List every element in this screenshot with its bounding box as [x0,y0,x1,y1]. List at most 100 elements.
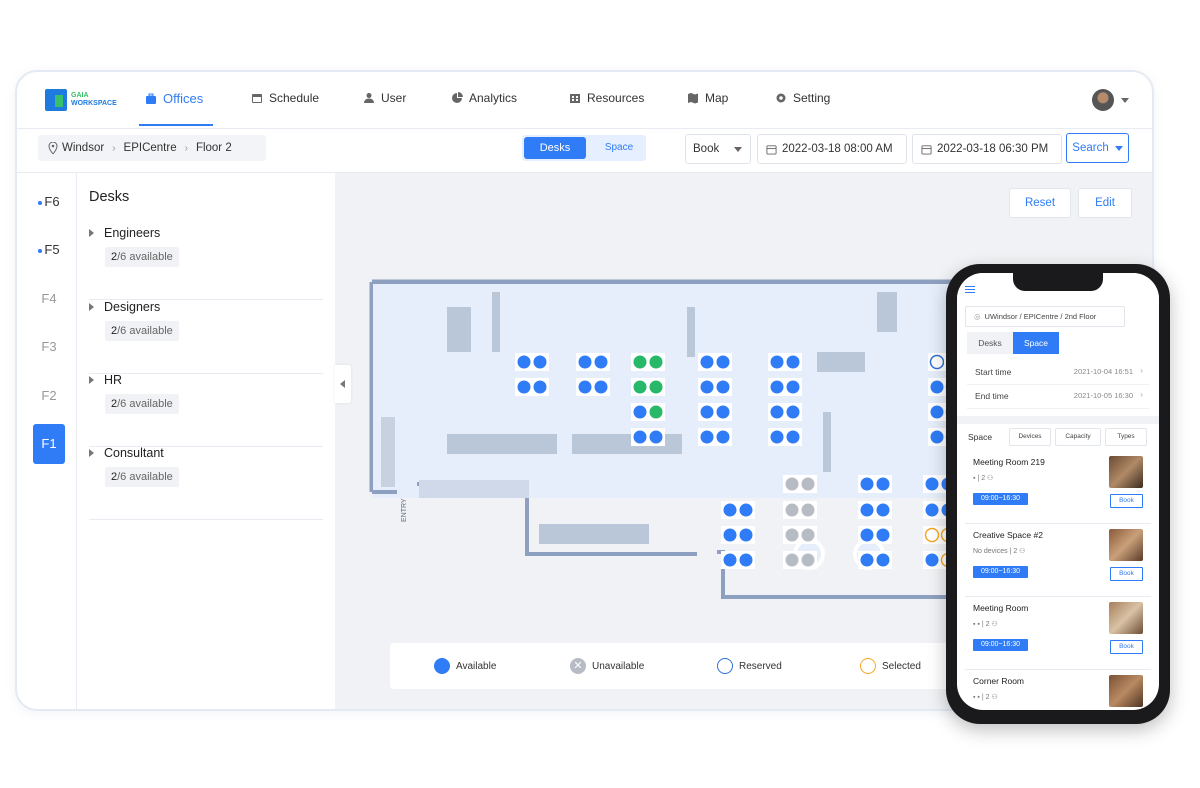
room-card[interactable]: Meeting Room 219 ▪ | 2 ⚇ 09:00~16:30 Boo… [965,451,1151,524]
filter-types[interactable]: Types [1105,428,1147,446]
filter-capacity[interactable]: Capacity [1055,428,1101,446]
group-designers[interactable]: Designers 2/6 available [89,300,323,374]
group-hr[interactable]: HR 2/6 available [89,373,323,447]
available-desk[interactable] [515,378,533,396]
user-avatar[interactable] [1092,89,1114,111]
caret-right-icon[interactable] [89,376,94,384]
available-desk[interactable] [768,378,786,396]
green-desk[interactable] [631,353,649,371]
toggle-desks[interactable]: Desks [524,137,586,159]
available-desk[interactable] [874,526,892,544]
available-desk[interactable] [737,551,755,569]
edit-button[interactable]: Edit [1078,188,1132,218]
green-desk[interactable] [647,403,665,421]
room-card[interactable]: Meeting Room ▪ ▪ | 2 ⚇ 09:00~16:30 Book [965,597,1151,670]
available-desk[interactable] [768,403,786,421]
green-desk[interactable] [631,378,649,396]
available-desk[interactable] [631,428,649,446]
filter-devices[interactable]: Devices [1009,428,1051,446]
available-desk[interactable] [928,428,946,446]
breadcrumb-floor[interactable]: Floor 2 [196,142,232,154]
group-engineers[interactable]: Engineers 2/6 available [89,226,323,300]
available-desk[interactable] [784,428,802,446]
available-desk[interactable] [858,526,876,544]
available-desk[interactable] [576,353,594,371]
available-desk[interactable] [784,353,802,371]
floor-f4[interactable]: F4 [33,279,65,319]
search-button[interactable]: Search [1066,133,1129,163]
available-desk[interactable] [531,378,549,396]
available-desk[interactable] [714,403,732,421]
available-desk[interactable] [592,378,610,396]
available-desk[interactable] [576,378,594,396]
start-datetime-field[interactable]: 2022-03-18 08:00 AM [757,134,907,164]
nav-user[interactable]: User [363,91,406,105]
nav-offices[interactable]: Offices [145,91,203,106]
end-datetime-field[interactable]: 2022-03-18 06:30 PM [912,134,1062,164]
available-desk[interactable] [631,403,649,421]
available-desk[interactable] [714,353,732,371]
available-desk[interactable] [592,353,610,371]
floor-f5[interactable]: F5 [33,230,65,270]
group-consultant[interactable]: Consultant 2/6 available [89,446,323,520]
gaia-logo[interactable]: GAIA WORKSPACE [45,89,117,111]
booking-mode-select[interactable]: Book [685,134,751,164]
nav-schedule[interactable]: Schedule [251,91,319,105]
nav-resources[interactable]: Resources [569,91,644,105]
reserved-desk[interactable] [928,353,946,371]
available-desk[interactable] [737,501,755,519]
menu-icon[interactable] [965,285,975,293]
reset-button[interactable]: Reset [1009,188,1071,218]
available-desk[interactable] [858,475,876,493]
caret-right-icon[interactable] [89,303,94,311]
available-desk[interactable] [515,353,533,371]
available-desk[interactable] [928,378,946,396]
floor-f2[interactable]: F2 [33,376,65,416]
room-card[interactable]: Creative Space #2 No devices | 2 ⚇ 09:00… [965,524,1151,597]
available-desk[interactable] [858,501,876,519]
green-desk[interactable] [647,353,665,371]
available-desk[interactable] [531,353,549,371]
available-desk[interactable] [874,501,892,519]
available-desk[interactable] [714,428,732,446]
selected-desk[interactable] [923,526,941,544]
breadcrumb-site[interactable]: Windsor [62,142,104,154]
caret-right-icon[interactable] [89,449,94,457]
green-desk[interactable] [647,378,665,396]
available-desk[interactable] [714,378,732,396]
phone-location-breadcrumb[interactable]: ◎ UWindsor / EPICentre / 2nd Floor [965,306,1125,327]
available-desk[interactable] [928,403,946,421]
available-desk[interactable] [721,501,739,519]
available-desk[interactable] [874,475,892,493]
breadcrumb-building[interactable]: EPICentre [124,142,177,154]
collapse-panel-handle[interactable] [335,365,351,403]
available-desk[interactable] [923,475,941,493]
toggle-space[interactable]: Space [592,135,646,161]
book-button[interactable]: Book [1110,494,1143,508]
floor-f1[interactable]: F1 [33,424,65,464]
available-desk[interactable] [768,428,786,446]
available-desk[interactable] [721,526,739,544]
available-desk[interactable] [858,551,876,569]
phone-toggle-space[interactable]: Space [1013,332,1059,354]
available-desk[interactable] [923,551,941,569]
floor-f3[interactable]: F3 [33,327,65,367]
available-desk[interactable] [698,378,716,396]
available-desk[interactable] [698,428,716,446]
phone-start-time-row[interactable]: Start time 2021-10-04 16:51 › [967,361,1149,385]
location-breadcrumb[interactable]: Windsor › EPICentre › Floor 2 [38,135,266,161]
nav-setting[interactable]: Setting [775,91,830,105]
book-button[interactable]: Book [1110,640,1143,654]
room-card[interactable]: Corner Room ▪ ▪ | 2 ⚇ [965,670,1151,710]
chevron-down-icon[interactable] [1121,98,1129,103]
available-desk[interactable] [721,551,739,569]
available-desk[interactable] [737,526,755,544]
available-desk[interactable] [784,378,802,396]
available-desk[interactable] [698,403,716,421]
book-button[interactable]: Book [1110,567,1143,581]
phone-end-time-row[interactable]: End time 2021-10-05 16:30 › [967,385,1149,409]
available-desk[interactable] [874,551,892,569]
available-desk[interactable] [698,353,716,371]
floor-f6[interactable]: F6 [33,182,65,222]
available-desk[interactable] [923,501,941,519]
